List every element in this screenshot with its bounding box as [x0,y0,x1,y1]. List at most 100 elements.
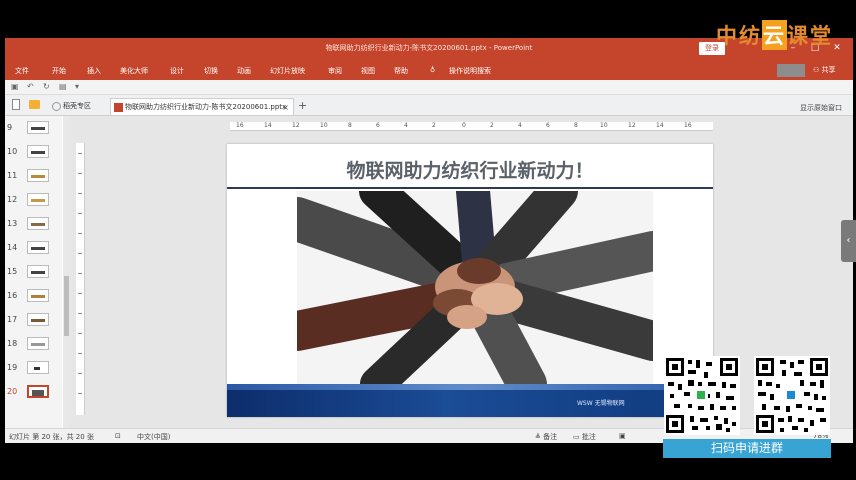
tab-docer-label: 稻壳专区 [63,102,91,110]
tab-slideshow[interactable]: 幻灯片放映 [270,66,305,76]
normal-view-icon[interactable]: ▣ [619,432,626,440]
thumbnail-slide-11[interactable]: 11 [5,164,62,188]
tell-me-search[interactable]: 操作说明搜索 [449,66,491,76]
tab-home[interactable]: 开始 [52,66,66,76]
comments-button[interactable]: ▭ 批注 [573,432,596,442]
thumbnail-image [27,385,49,398]
thumbnail-number: 9 [7,123,13,132]
ruler-label: 12 [292,122,300,129]
tab-transitions[interactable]: 切换 [204,66,218,76]
footer-logo: WSW 无锡物联网 [577,400,625,407]
thumbnail-number: 12 [7,195,18,204]
qr-join-group-label: 扫码申请进群 [663,439,831,458]
thumbnail-slide-17[interactable]: 17 [5,308,62,332]
tab-animations[interactable]: 动画 [237,66,251,76]
docer-icon [52,102,61,111]
tab-docer[interactable]: 稻壳专区 [49,98,109,115]
tab-review[interactable]: 审阅 [328,66,342,76]
new-tab-icon[interactable]: + [298,99,307,112]
thumbnail-slide-19[interactable]: 19 [5,356,62,380]
ruler-label: 12 [628,122,636,129]
thumbnail-number: 15 [7,267,18,276]
hands-together-illustration [275,172,673,404]
tab-insert[interactable]: 插入 [87,66,101,76]
folder-icon[interactable] [29,100,40,109]
thumbnail-slide-10[interactable]: 10 [5,140,62,164]
thumbnail-slide-9[interactable]: 9 [5,116,62,140]
ruler-label: 16 [684,122,692,129]
thumbnail-number: 14 [7,243,18,252]
thumbnail-slide-14[interactable]: 14 [5,236,62,260]
thumbnail-number: 11 [7,171,18,180]
thumbnail-image [27,361,49,374]
thumbnail-number: 13 [7,219,18,228]
ruler-label: 0 [462,122,466,129]
thumbnail-number: 19 [7,363,18,372]
slide-count: 幻灯片 第 20 张，共 20 张 [9,433,94,441]
thumbnail-slide-18[interactable]: 18 [5,332,62,356]
customize-qat-icon[interactable]: ▾ [75,82,79,91]
spellcheck-icon[interactable]: ⊡ [115,432,121,440]
new-doc-icon[interactable] [12,99,20,110]
ruler-label: 6 [546,122,550,129]
tab-view[interactable]: 视图 [361,66,375,76]
thumbnail-image [27,217,49,230]
show-original-window[interactable]: 显示原始窗口 [800,103,842,113]
qr-code-2-image [756,358,828,433]
slide-thumbnail-pane: 9 10 11 12 13 14 15 16 17 18 19 20 [5,116,62,428]
side-panel-toggle[interactable]: ‹ [841,220,856,262]
comments-label: 批注 [581,433,596,441]
undo-icon[interactable]: ↶ [27,82,34,91]
qr-code-2 [754,356,830,435]
thumbnail-image [27,169,49,182]
thumbnail-slide-15[interactable]: 15 [5,260,62,284]
zhongfang-yunketang-watermark: 中纺云课堂 [716,20,833,50]
tab-file[interactable]: 文件 [15,66,29,76]
title-divider [227,187,713,189]
ribbon-tabs: 文件 开始 插入 美化大师 设计 切换 动画 幻灯片放映 审阅 视图 帮助 ♁ … [5,60,853,80]
slide-title[interactable]: 物联网助力纺织行业新动力！ [227,156,713,183]
thumbnail-number: 20 [7,387,18,396]
thumbnail-scrollbar[interactable] [63,116,70,428]
thumbnail-image [27,265,49,278]
notes-button[interactable]: ≜ 备注 [535,432,557,442]
thumbnail-slide-13[interactable]: 13 [5,212,62,236]
thumbnail-number: 17 [7,315,18,324]
language[interactable]: 中文(中国) [137,432,170,442]
watermark-part3: 课堂 [787,24,833,48]
document-tab-bar: 稻壳专区 物联网助力纺织行业新动力-陈书文20200601.pptx × + 显… [5,95,853,116]
thumbnail-slide-12[interactable]: 12 [5,188,62,212]
thumbnail-image [27,241,49,254]
thumbnail-number: 16 [7,291,18,300]
tab-presentation[interactable]: 物联网助力纺织行业新动力-陈书文20200601.pptx × [110,98,294,115]
ruler-label: 6 [376,122,380,129]
ruler-label: 8 [348,122,352,129]
tab-design[interactable]: 设计 [170,66,184,76]
thumbnail-slide-20[interactable]: 20 [5,380,62,404]
redo-icon[interactable]: ↻ [43,82,50,91]
share-button[interactable]: ⚇ 共享 [813,65,836,75]
ruler-label: 14 [264,122,272,129]
thumbnail-number: 10 [7,147,18,156]
tab-presentation-label: 物联网助力纺织行业新动力-陈书文20200601.pptx [125,103,287,111]
ruler-label: 14 [656,122,664,129]
save-icon[interactable]: ▣ [11,82,19,91]
thumbnail-image [27,337,49,350]
horizontal-ruler: 16 14 12 10 8 6 4 2 0 2 4 6 8 10 12 14 1… [230,122,713,131]
current-slide[interactable]: 物联网助力纺织行业新动力！ WSW 无锡物联网 [227,144,713,417]
hands-together-photo[interactable] [275,172,673,404]
watermark-part2: 云 [762,20,787,50]
present-icon[interactable]: ▤ [59,82,67,91]
thumbnail-slide-16[interactable]: 16 [5,284,62,308]
slide-footer-banner: WSW 无锡物联网 [227,384,713,417]
thumbnail-scroll-thumb[interactable] [64,276,69,336]
ruler-label: 10 [320,122,328,129]
vertical-ruler [76,143,85,415]
close-tab-icon[interactable]: × [282,99,289,116]
account-box[interactable] [777,64,805,77]
tab-help[interactable]: 帮助 [394,66,408,76]
tab-beautify[interactable]: 美化大师 [120,66,148,76]
ruler-label: 2 [490,122,494,129]
ruler-label: 8 [574,122,578,129]
thumbnail-image [27,313,49,326]
